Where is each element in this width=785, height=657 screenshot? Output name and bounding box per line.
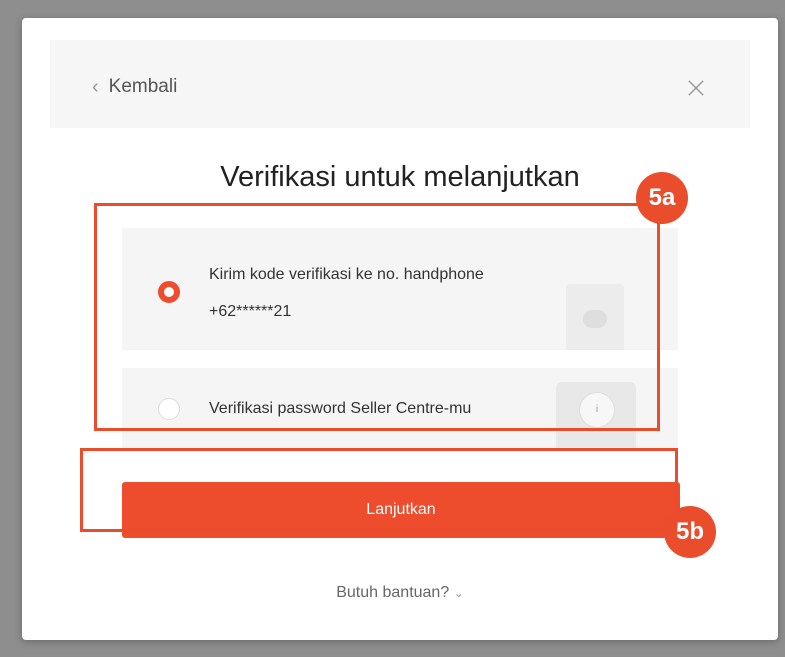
annotation-badge-5a: 5a [636,172,688,224]
help-link[interactable]: Butuh bantuan? ⌄ [22,584,778,602]
chevron-left-icon: ‹ [92,76,99,98]
chevron-down-icon: ⌄ [453,586,464,600]
help-label: Butuh bantuan? [336,584,450,601]
back-button[interactable]: ‹ Kembali [92,76,177,98]
back-label: Kembali [108,76,178,97]
modal-header: ‹ Kembali [50,40,750,128]
annotation-badge-5b: 5b [664,506,716,558]
annotation-box-5b [80,448,678,532]
close-icon[interactable] [686,78,706,98]
annotation-box-5a [94,203,660,431]
